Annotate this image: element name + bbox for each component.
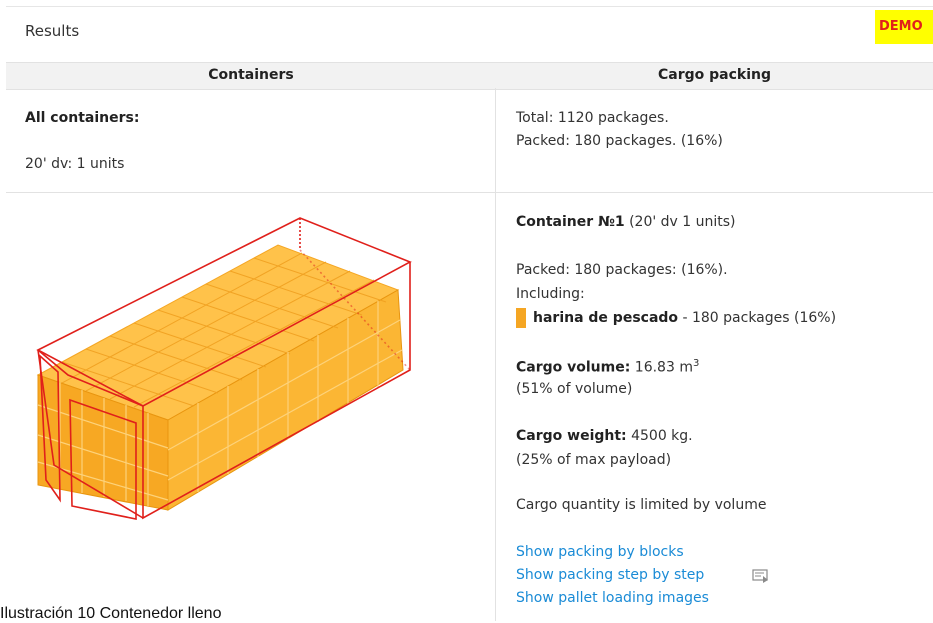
container-1-packed: Packed: 180 packages: (16%). — [516, 262, 728, 278]
container-1-type: (20' dv 1 units) — [624, 214, 736, 230]
cargo-color-swatch — [516, 308, 526, 328]
row-divider — [6, 192, 933, 193]
show-pallet-loading-images-link[interactable]: Show pallet loading images — [516, 590, 709, 606]
cargo-volume-unit-exponent: 3 — [692, 358, 700, 369]
all-containers-label: All containers: — [25, 110, 140, 126]
container-3d-illustration — [36, 217, 412, 520]
container-1-title: Container №1 (20' dv 1 units) — [516, 214, 736, 230]
cargo-item-name: harina de pescado — [533, 310, 679, 326]
page-title: Results — [25, 22, 80, 40]
cargo-item: harina de pescado - 180 packages (16%) — [533, 310, 836, 326]
container-1-name: Container №1 — [516, 214, 625, 230]
demo-badge: DEMO — [875, 10, 933, 44]
total-packages: Total: 1120 packages. — [516, 110, 669, 126]
cargo-volume-label: Cargo volume: — [516, 359, 631, 376]
show-packing-step-by-step-link[interactable]: Show packing step by step — [516, 567, 704, 583]
figure-caption: Ilustración 10 Contenedor lleno — [0, 605, 222, 622]
packed-packages: Packed: 180 packages. (16%) — [516, 133, 723, 149]
cargo-weight: Cargo weight: 4500 kg. — [516, 428, 693, 444]
volume-limit-note: Cargo quantity is limited by volume — [516, 497, 767, 513]
cargo-packing-column-header: Cargo packing — [657, 67, 771, 83]
including-label: Including: — [516, 286, 585, 302]
cargo-item-detail: - 180 packages (16%) — [678, 310, 837, 326]
container-type-count: 20' dv: 1 units — [25, 156, 125, 172]
play-step-icon[interactable] — [752, 568, 772, 584]
show-packing-by-blocks-link[interactable]: Show packing by blocks — [516, 544, 684, 560]
top-border — [6, 6, 933, 7]
cargo-volume-value: 16.83 m — [630, 359, 693, 376]
cargo-volume-percent: (51% of volume) — [516, 381, 633, 397]
containers-column-header: Containers — [208, 67, 294, 83]
column-divider — [495, 88, 496, 621]
cargo-weight-percent: (25% of max payload) — [516, 452, 672, 468]
cargo-weight-value: 4500 kg. — [626, 428, 693, 444]
cargo-load — [36, 244, 404, 511]
cargo-volume: Cargo volume: 16.83 m3 — [516, 358, 699, 376]
cargo-weight-label: Cargo weight: — [516, 428, 627, 444]
table-header: Containers Cargo packing — [6, 62, 933, 90]
